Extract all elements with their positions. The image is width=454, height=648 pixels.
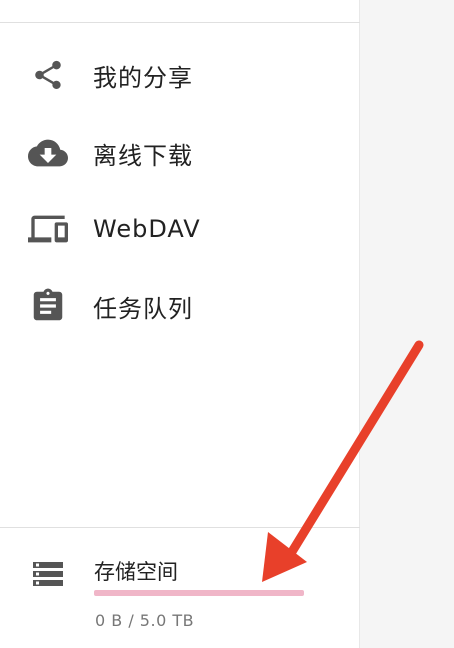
share-icon — [28, 55, 68, 95]
sidebar-item-label: WebDAV — [93, 215, 201, 243]
sidebar-item-label: 任务队列 — [93, 294, 193, 323]
sidebar-item-task-queue[interactable]: 任务队列 — [0, 278, 360, 334]
sidebar-item-label: 我的分享 — [93, 63, 193, 92]
sidebar: 我的分享 离线下载 WebDAV 任务队列 存储空间 0 B / 5.0 TB — [0, 0, 360, 648]
storage-progress-bar — [94, 590, 304, 596]
storage-usage-text: 0 B / 5.0 TB — [95, 611, 195, 630]
storage-icon — [30, 556, 66, 592]
devices-icon — [28, 209, 68, 249]
cloud-download-icon — [28, 133, 68, 173]
storage-panel[interactable]: 存储空间 0 B / 5.0 TB — [0, 528, 360, 648]
sidebar-item-webdav[interactable]: WebDAV — [0, 201, 360, 257]
clipboard-icon — [28, 286, 68, 326]
sidebar-item-my-shares[interactable]: 我的分享 — [0, 47, 360, 103]
sidebar-item-offline-download[interactable]: 离线下载 — [0, 125, 360, 181]
sidebar-item-label: 离线下载 — [93, 141, 193, 170]
top-divider — [0, 22, 360, 23]
storage-title: 存储空间 — [94, 560, 178, 584]
